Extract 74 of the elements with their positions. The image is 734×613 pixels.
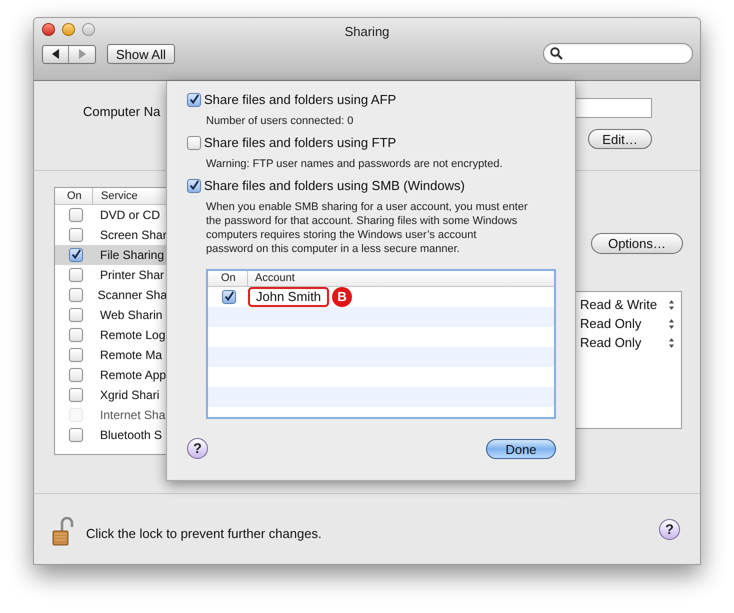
service-row[interactable]: Scanner Sha: [55, 285, 167, 305]
checkbox[interactable]: [69, 208, 83, 222]
service-row[interactable]: Screen Shar: [55, 225, 167, 245]
edit-button[interactable]: Edit…: [588, 129, 652, 149]
help-button[interactable]: ?: [187, 438, 208, 459]
checkbox[interactable]: [69, 368, 83, 382]
info-text: When you enable SMB sharing for a user account, you must enter the password for that account. Sharing files with some Windows computers requires storing the Windows user’s account password on this computer in a less secure manner.: [206, 200, 528, 256]
stepper-arrows-icon: [668, 336, 675, 348]
checkbox-label[interactable]: Share files and folders using FTP: [204, 133, 396, 153]
service-name: Bluetooth S: [100, 427, 162, 444]
column-header[interactable]: On: [55, 188, 93, 204]
service-name: Screen Shar: [100, 227, 167, 244]
service-name: File Sharing: [100, 247, 164, 264]
checkbox[interactable]: [187, 136, 201, 150]
stepper-arrows-icon: [668, 318, 675, 330]
account-name[interactable]: John Smith: [248, 287, 330, 307]
service-name: Remote Log: [100, 327, 166, 344]
close-button[interactable]: [42, 23, 55, 36]
checkbox-label[interactable]: Share files and folders using AFP: [204, 90, 396, 110]
computer-name-field[interactable]: [576, 98, 652, 118]
service-name: Printer Shar: [100, 267, 164, 284]
service-name: Internet Sha: [100, 407, 166, 424]
service-name: Remote Ma: [100, 347, 162, 364]
service-row[interactable]: Bluetooth S: [55, 425, 167, 445]
show-all-button[interactable]: Show All: [107, 44, 175, 64]
permission-popup[interactable]: Read & Write: [580, 294, 658, 314]
done-button[interactable]: Done: [486, 438, 556, 458]
service-row[interactable]: Web Sharin: [55, 305, 167, 325]
search-field[interactable]: [543, 43, 693, 64]
search-icon: [550, 47, 563, 60]
service-name: Scanner Sha: [98, 287, 167, 304]
back-arrow-icon: [51, 49, 60, 59]
service-name: Xgrid Shari: [100, 387, 160, 404]
service-name: Web Sharin: [100, 307, 162, 324]
info-text: Warning: FTP user names and passwords are not encrypted.: [206, 157, 503, 169]
open-padlock-icon[interactable]: [52, 516, 74, 546]
zoom-button[interactable]: [82, 23, 95, 36]
checkbox[interactable]: [69, 228, 83, 242]
permission-popup[interactable]: Read Only: [580, 314, 642, 334]
field-label: Computer Na: [83, 104, 160, 119]
permission-popup[interactable]: Read Only: [580, 332, 642, 352]
checkbox[interactable]: [69, 348, 83, 362]
options-button[interactable]: Options…: [591, 233, 683, 254]
checkbox[interactable]: [69, 428, 83, 442]
checkbox[interactable]: [187, 179, 201, 193]
service-name: Remote App: [100, 367, 166, 384]
checkbox[interactable]: [69, 308, 83, 322]
checkbox[interactable]: [187, 93, 201, 107]
service-row[interactable]: Printer Shar: [55, 265, 167, 285]
column-header[interactable]: On: [208, 271, 248, 286]
column-header[interactable]: Account: [248, 271, 295, 287]
checkbox[interactable]: [69, 328, 83, 342]
stepper-arrows-icon: [668, 298, 675, 310]
service-row[interactable]: Xgrid Shari: [55, 385, 167, 405]
checkbox[interactable]: [69, 268, 83, 282]
info-text: Number of users connected: 0: [206, 114, 354, 126]
service-row[interactable]: Remote Log: [55, 325, 167, 345]
service-row[interactable]: Remote App: [55, 365, 167, 385]
service-row[interactable]: Remote Ma: [55, 345, 167, 365]
service-row[interactable]: File Sharing: [55, 245, 167, 265]
service-name: DVD or CD: [100, 207, 160, 224]
window-title: Sharing: [344, 24, 390, 39]
column-header[interactable]: Service: [93, 188, 138, 204]
checkbox[interactable]: [69, 248, 83, 262]
lock-message: Click the lock to prevent further changes.: [86, 524, 323, 543]
checkbox[interactable]: [69, 288, 83, 302]
checkbox-label[interactable]: Share files and folders using SMB (Windows): [204, 176, 465, 196]
checkbox[interactable]: [69, 388, 83, 402]
callout-badge: B: [332, 287, 352, 307]
help-button[interactable]: ?: [659, 519, 680, 540]
checkbox[interactable]: [222, 290, 236, 304]
forward-arrow-icon: [78, 49, 86, 59]
service-row[interactable]: DVD or CD: [55, 205, 167, 225]
minimize-button[interactable]: [62, 23, 75, 36]
